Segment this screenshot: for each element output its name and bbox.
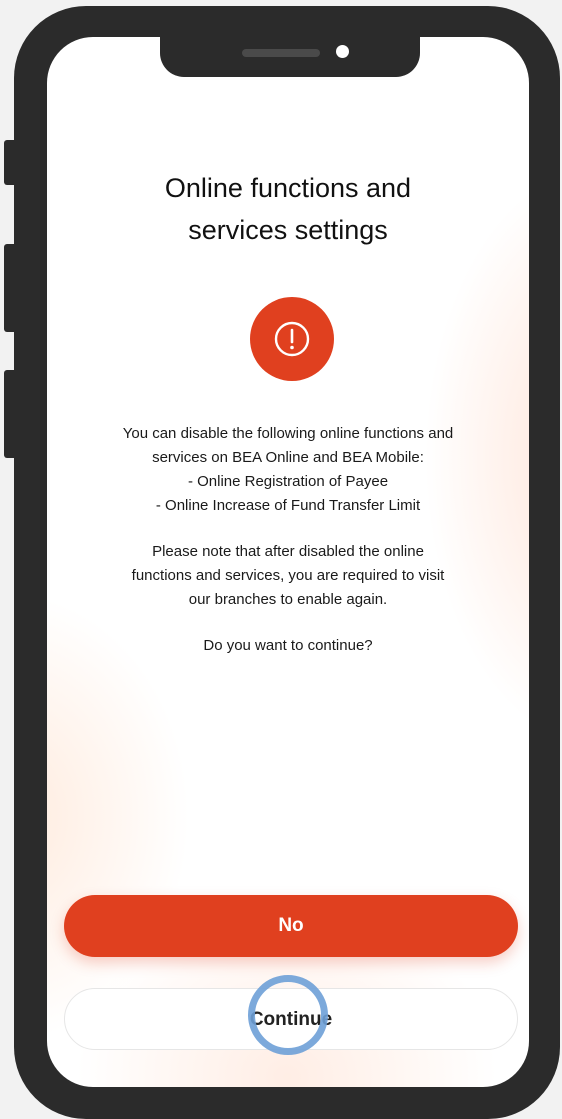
- alert-badge: [250, 297, 334, 381]
- stage: Online functions and services settings Y…: [0, 0, 562, 1119]
- page-title: Online functions and services settings: [87, 167, 489, 251]
- note-line-2: functions and services, you are required…: [131, 567, 445, 584]
- page-title-line-1: Online functions and: [164, 173, 412, 203]
- note-line-1: Please note that after disabled the onli…: [152, 543, 424, 560]
- intro-line-1: You can disable the following online fun…: [122, 425, 454, 442]
- speaker-icon: [242, 49, 320, 57]
- page-title-line-2: services settings: [188, 215, 388, 245]
- camera-icon: [336, 45, 349, 58]
- phone-notch: [160, 37, 420, 77]
- continue-button[interactable]: Continue: [64, 988, 518, 1050]
- no-button[interactable]: No: [64, 895, 518, 957]
- intro-line-2: services on BEA Online and BEA Mobile:: [152, 449, 424, 466]
- confirm-question: Do you want to continue?: [203, 637, 373, 654]
- note-line-3: our branches to enable again.: [188, 591, 388, 608]
- exclamation-circle-icon: [274, 321, 310, 357]
- message-body: You can disable the following online fun…: [71, 422, 505, 658]
- list-item-transfer-limit: - Online Increase of Fund Transfer Limit: [155, 497, 421, 514]
- phone-screen: Online functions and services settings Y…: [47, 37, 529, 1087]
- list-item-payee: - Online Registration of Payee: [187, 473, 389, 490]
